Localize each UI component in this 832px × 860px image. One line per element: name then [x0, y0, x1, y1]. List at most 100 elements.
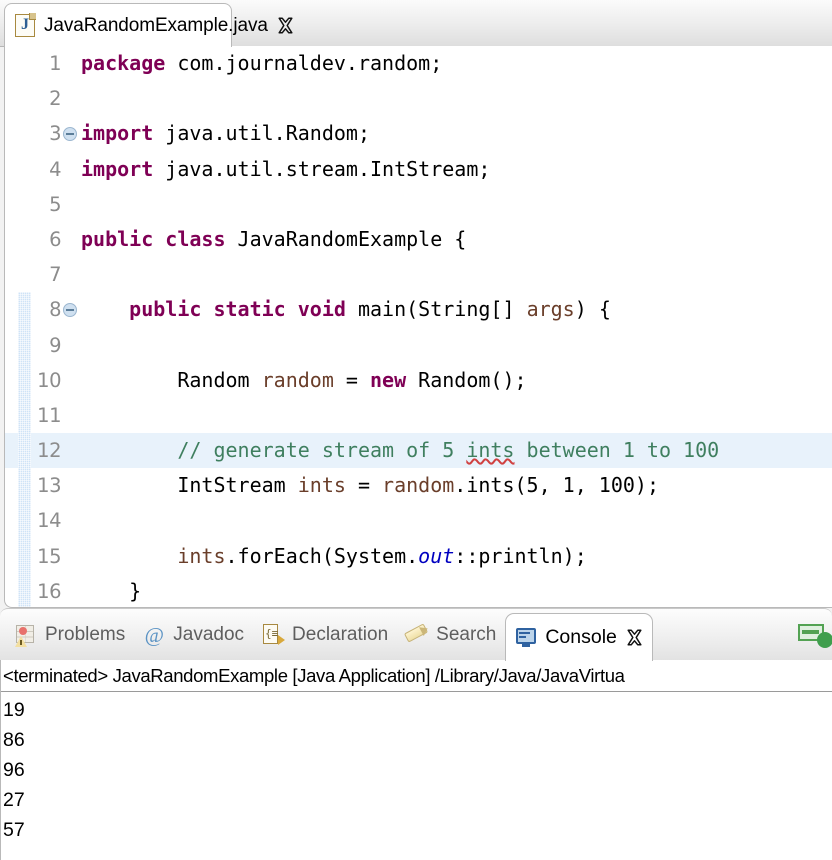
- code-line[interactable]: 11: [5, 398, 832, 433]
- code-line[interactable]: 5: [5, 187, 832, 222]
- code-token: ints: [466, 438, 514, 462]
- view-tab-javadoc[interactable]: @ Javadoc: [134, 609, 253, 661]
- close-icon[interactable]: [277, 17, 294, 34]
- code-token: static: [213, 297, 285, 321]
- code-token: [153, 227, 165, 251]
- console-launch-header: <terminated> JavaRandomExample [Java App…: [1, 660, 832, 692]
- code-token: out: [418, 544, 454, 568]
- problems-icon: [15, 624, 37, 646]
- method-range-indicator: [18, 292, 31, 607]
- line-number: 13: [5, 468, 61, 503]
- line-number: 1: [5, 46, 61, 81]
- line-number: 4: [5, 152, 61, 187]
- editor-tab-javarandomexample[interactable]: J JavaRandomExample.java: [4, 3, 232, 47]
- code-line[interactable]: 3import java.util.Random;: [5, 116, 832, 151]
- code-line[interactable]: 8 public static void main(String[] args)…: [5, 292, 832, 327]
- code-token: void: [298, 297, 346, 321]
- line-number: 16: [5, 574, 61, 607]
- console-output: 1986962757: [1, 692, 832, 845]
- code-text: Random random = new Random();: [81, 363, 527, 398]
- code-token: public: [81, 227, 153, 251]
- bottom-panel-tab-bar: Problems @ Javadoc {≡ Declaration Search Conso…: [0, 608, 832, 662]
- code-line[interactable]: 2: [5, 81, 832, 116]
- code-line[interactable]: 14: [5, 503, 832, 538]
- code-token: IntStream: [81, 473, 298, 497]
- editor-text-body[interactable]: 1 package com.journaldev.random; 23import …: [4, 46, 832, 608]
- line-number: 15: [5, 539, 61, 574]
- java-file-icon: J: [15, 14, 35, 37]
- declaration-icon: {≡: [262, 624, 284, 646]
- bottom-panel: Problems @ Javadoc {≡ Declaration Search Conso…: [0, 608, 832, 860]
- view-tab-label: Javadoc: [173, 624, 244, 646]
- collapse-minus-icon[interactable]: [63, 303, 77, 317]
- search-pencil-icon: [406, 624, 428, 646]
- code-text: package com.journaldev.random;: [81, 46, 442, 81]
- line-number: 5: [5, 187, 61, 222]
- view-tab-list: Problems @ Javadoc {≡ Declaration Search Conso…: [6, 609, 653, 661]
- view-tab-search[interactable]: Search: [397, 609, 505, 661]
- code-line[interactable]: 13 IntStream ints = random.ints(5, 1, 10…: [5, 468, 832, 503]
- code-line[interactable]: 1 package com.journaldev.random;: [5, 46, 832, 81]
- code-token: ints: [177, 544, 225, 568]
- console-output-line: 27: [1, 785, 832, 815]
- code-line[interactable]: 10 Random random = new Random();: [5, 363, 832, 398]
- code-line[interactable]: 9: [5, 328, 832, 363]
- view-tab-problems[interactable]: Problems: [6, 609, 134, 661]
- console-monitor-icon: [515, 627, 537, 649]
- code-token: .forEach(System.: [226, 544, 419, 568]
- line-number: 8: [5, 292, 61, 327]
- code-line[interactable]: 16 }: [5, 574, 832, 607]
- code-line[interactable]: 12 // generate stream of 5 ints between …: [5, 433, 832, 468]
- view-tab-label: Problems: [45, 624, 125, 646]
- code-line[interactable]: 7: [5, 257, 832, 292]
- line-number: 2: [5, 81, 61, 116]
- code-line[interactable]: 4 import java.util.stream.IntStream;: [5, 152, 832, 187]
- code-text: public static void main(String[] args) {: [81, 292, 611, 327]
- editor-tab-bar: J JavaRandomExample.java: [0, 0, 832, 47]
- line-number: 9: [5, 328, 61, 363]
- code-token: import: [81, 121, 153, 145]
- code-text: ints.forEach(System.out::println);: [81, 539, 587, 574]
- code-line[interactable]: 15 ints.forEach(System.out::println);: [5, 539, 832, 574]
- code-token: ints: [298, 473, 346, 497]
- console-output-line: 86: [1, 725, 832, 755]
- code-token: [81, 544, 177, 568]
- close-icon[interactable]: [626, 629, 643, 646]
- code-viewport[interactable]: 1 package com.journaldev.random; 23import …: [5, 46, 832, 607]
- code-token: java.util.stream.IntStream;: [153, 157, 490, 181]
- console-view[interactable]: <terminated> JavaRandomExample [Java App…: [0, 660, 832, 860]
- code-text: // generate stream of 5 ints between 1 t…: [81, 433, 719, 468]
- editor-tab-label: JavaRandomExample.java: [44, 15, 268, 37]
- line-number: 14: [5, 503, 61, 538]
- view-tab-label: Declaration: [292, 624, 388, 646]
- code-text: public class JavaRandomExample {: [81, 222, 466, 257]
- view-tab-console[interactable]: Console: [505, 613, 653, 661]
- console-output-line: 57: [1, 815, 832, 845]
- code-token: package: [81, 51, 165, 75]
- code-token: [81, 297, 129, 321]
- line-number: 11: [5, 398, 61, 433]
- code-token: [201, 297, 213, 321]
- code-text: }: [81, 574, 141, 607]
- code-token: random: [382, 473, 454, 497]
- code-token: java.util.Random;: [153, 121, 370, 145]
- code-token: com.journaldev.random;: [165, 51, 442, 75]
- view-tab-declaration[interactable]: {≡ Declaration: [253, 609, 397, 661]
- collapse-minus-icon[interactable]: [63, 127, 77, 141]
- code-token: Random();: [406, 368, 526, 392]
- code-token: Random: [81, 368, 262, 392]
- code-text: import java.util.stream.IntStream;: [81, 152, 490, 187]
- view-tab-label: Console: [545, 626, 617, 649]
- code-token: random: [262, 368, 334, 392]
- code-token: [286, 297, 298, 321]
- code-token: .ints(5, 1, 100);: [454, 473, 659, 497]
- code-token: =: [334, 368, 370, 392]
- display-selected-console-icon[interactable]: [798, 622, 832, 648]
- code-line[interactable]: 6public class JavaRandomExample {: [5, 222, 832, 257]
- code-token: new: [370, 368, 406, 392]
- code-token: // generate stream of 5: [81, 438, 466, 462]
- javadoc-at-icon: @: [143, 624, 165, 646]
- line-number: 10: [5, 363, 61, 398]
- eclipse-workbench: J JavaRandomExample.java 1 package com.jo…: [0, 0, 832, 860]
- code-token: }: [81, 579, 141, 603]
